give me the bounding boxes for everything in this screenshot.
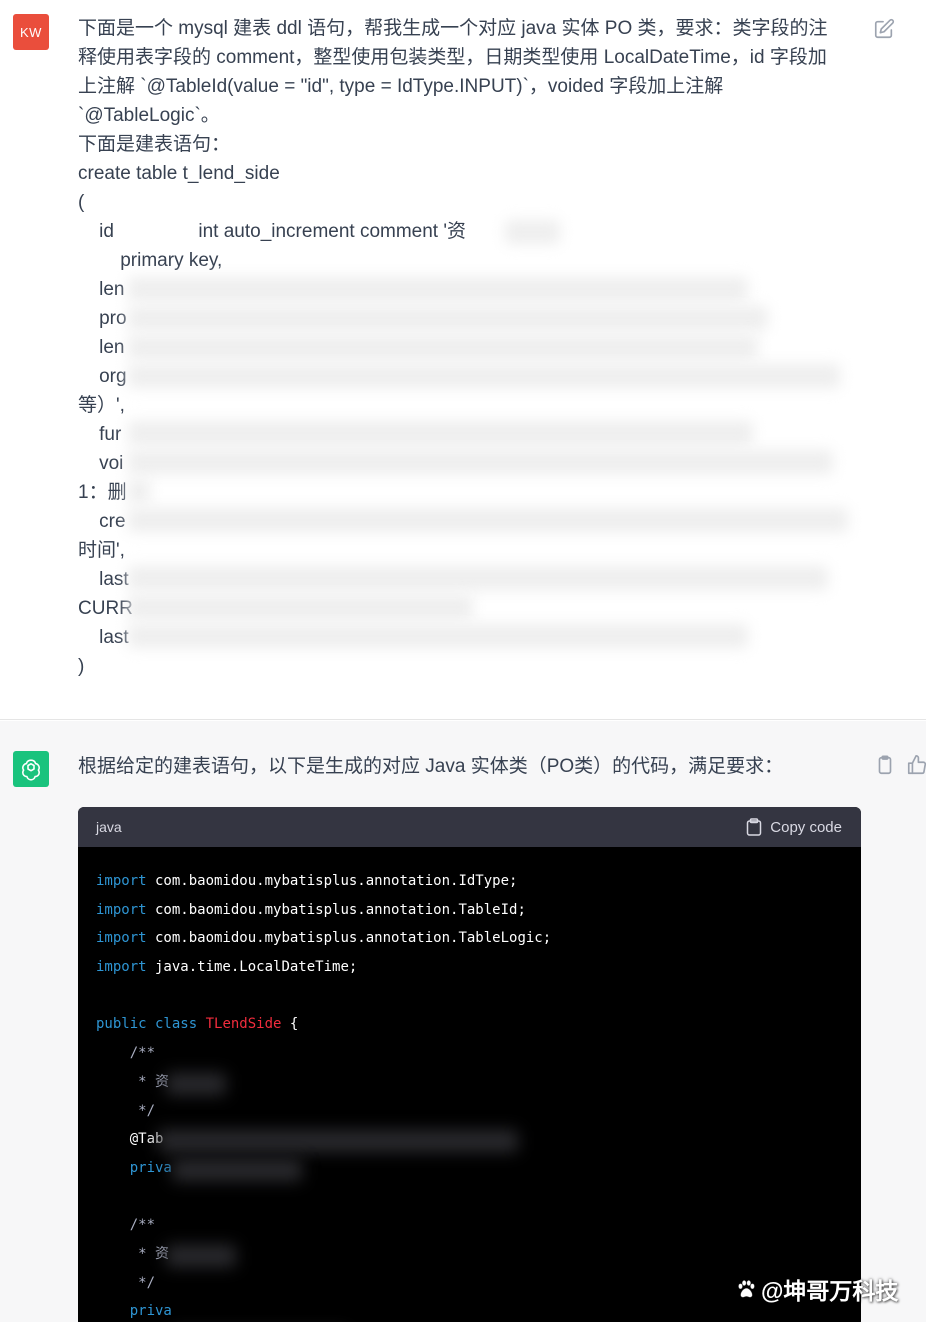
code-body: import com.baomidou.mybatisplus.annotati… [78, 847, 861, 1322]
code-text: /** [96, 1217, 156, 1234]
code-header: java Copy code [78, 807, 861, 847]
user-text-line: ( [78, 192, 85, 213]
code-line: */ [96, 1097, 861, 1126]
redacted-region [128, 421, 753, 445]
user-avatar: KW [13, 14, 49, 50]
code-keyword: import [96, 930, 147, 947]
clipboard-icon[interactable] [874, 754, 896, 776]
copy-code-label: Copy code [770, 818, 842, 836]
code-class-name: TLendSide [205, 1016, 282, 1033]
user-text-line: primary key, [78, 250, 223, 271]
code-keyword: import [96, 901, 147, 918]
code-text: @Tab [96, 1131, 164, 1148]
user-text-line: ) [78, 656, 85, 677]
code-text: com.baomidou.mybatisplus.annotation.Tabl… [146, 930, 552, 947]
redacted-region [128, 508, 848, 532]
code-line: public class TLendSide { [96, 1010, 861, 1039]
user-text-line: id int auto_increment comment '资 [78, 221, 466, 242]
code-text: */ [96, 1274, 156, 1291]
code-line: import java.time.LocalDateTime; [96, 953, 861, 982]
code-text: * 资 [96, 1245, 170, 1262]
user-text-line: create table t_lend_side [78, 163, 280, 184]
code-text: { [281, 1016, 299, 1033]
redacted-region [128, 335, 758, 359]
code-keyword: public class [96, 1016, 198, 1033]
redacted-region [128, 566, 828, 590]
redacted-region [128, 595, 473, 619]
user-message: KW 下面是一个 mysql 建表 ddl 语句，帮我生成一个对应 java 实… [0, 0, 926, 720]
edit-icon[interactable] [873, 18, 895, 40]
user-text-line: 1：删 [78, 482, 127, 503]
user-text-line: 下面是建表语句： [78, 134, 231, 155]
thumbs-up-icon[interactable] [906, 754, 926, 776]
redacted-region [166, 1245, 236, 1267]
code-text: */ [96, 1102, 156, 1119]
user-text-line: 等）', [78, 395, 125, 416]
code-line: /** [96, 1039, 861, 1068]
redacted-region [172, 1159, 302, 1181]
code-line: /** [96, 1211, 861, 1240]
copy-code-button[interactable]: Copy code [746, 818, 842, 836]
code-text: priva [96, 1303, 172, 1320]
code-keyword: import [96, 873, 147, 889]
clipboard-icon [747, 818, 762, 836]
assistant-intro-text: 根据给定的建表语句，以下是生成的对应 Java 实体类（PO类）的代码，满足要求… [78, 756, 784, 777]
code-language-label: java [96, 819, 122, 835]
watermark: @坤哥万科技 [735, 1272, 898, 1306]
redacted-region [158, 1130, 518, 1152]
code-line: import com.baomidou.mybatisplus.annotati… [96, 896, 861, 925]
code-line: import com.baomidou.mybatisplus.annotati… [96, 867, 861, 896]
redacted-region [128, 450, 833, 474]
code-text: java.time.LocalDateTime; [146, 959, 358, 976]
chatgpt-logo-icon [13, 751, 49, 787]
code-text: com.baomidou.mybatisplus.annotation.Tabl… [146, 901, 526, 918]
user-text-line: `@TableLogic`。 [78, 105, 220, 126]
user-text-line: 释使用表字段的 comment，整型使用包装类型，日期类型使用 LocalDat… [78, 47, 827, 68]
user-text-line: 上注解 `@TableId(value = "id", type = IdTyp… [78, 76, 724, 97]
paw-icon [738, 1279, 755, 1298]
code-keyword: import [96, 959, 147, 976]
user-text-line: 下面是一个 mysql 建表 ddl 语句，帮我生成一个对应 java 实体 P… [78, 18, 828, 39]
watermark-text: @坤哥万科技 [761, 1278, 899, 1304]
code-line: import com.baomidou.mybatisplus.annotati… [96, 924, 861, 953]
redacted-region [128, 624, 748, 648]
redacted-region [128, 277, 748, 301]
redacted-region [505, 220, 560, 244]
code-text: * 资 [96, 1073, 170, 1090]
redacted-region [128, 306, 768, 330]
code-text: com.baomidou.mybatisplus.annotation.IdTy… [146, 873, 518, 889]
user-text-line: 时间', [78, 540, 125, 561]
redacted-region [128, 479, 150, 503]
code-text: /** [96, 1045, 156, 1062]
redacted-region [128, 364, 840, 388]
code-block: java Copy code import com.baomidou.mybat… [78, 807, 861, 1322]
code-text: priva [96, 1159, 172, 1176]
redacted-region [166, 1073, 226, 1095]
